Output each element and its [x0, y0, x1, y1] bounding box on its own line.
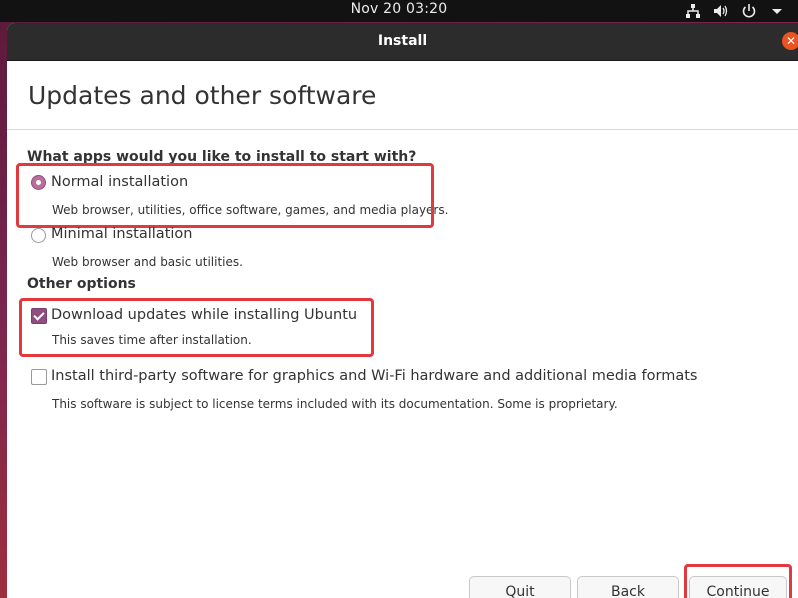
- page-title: Updates and other software: [28, 81, 377, 110]
- back-button[interactable]: Back: [577, 576, 679, 598]
- third-party-label[interactable]: Install third-party software for graphic…: [51, 368, 697, 384]
- system-tray[interactable]: [684, 2, 786, 20]
- minimal-installation-radio[interactable]: [31, 228, 46, 243]
- minimal-installation-description: Web browser and basic utilities.: [52, 255, 243, 269]
- third-party-description: This software is subject to license term…: [52, 397, 618, 411]
- other-options-heading: Other options: [27, 276, 136, 292]
- network-icon[interactable]: [684, 2, 702, 20]
- third-party-checkbox[interactable]: [31, 369, 47, 385]
- highlight-continue-button: [684, 564, 792, 598]
- highlight-normal-installation: [16, 163, 434, 228]
- menu-arrow-icon[interactable]: [768, 2, 786, 20]
- quit-button[interactable]: Quit: [469, 576, 571, 598]
- window-title: Install: [377, 33, 428, 49]
- page-header: Updates and other software: [7, 61, 798, 130]
- close-button[interactable]: ✕: [782, 32, 798, 50]
- top-panel: Nov 20 03:20: [0, 0, 798, 22]
- volume-icon[interactable]: [712, 2, 730, 20]
- highlight-download-updates: [19, 298, 374, 357]
- title-bar[interactable]: Install ✕: [7, 23, 798, 61]
- install-window: Install ✕ Updates and other software Wha…: [7, 23, 798, 598]
- clock[interactable]: Nov 20 03:20: [0, 1, 798, 17]
- minimal-installation-label[interactable]: Minimal installation: [51, 226, 192, 242]
- power-icon[interactable]: [740, 2, 758, 20]
